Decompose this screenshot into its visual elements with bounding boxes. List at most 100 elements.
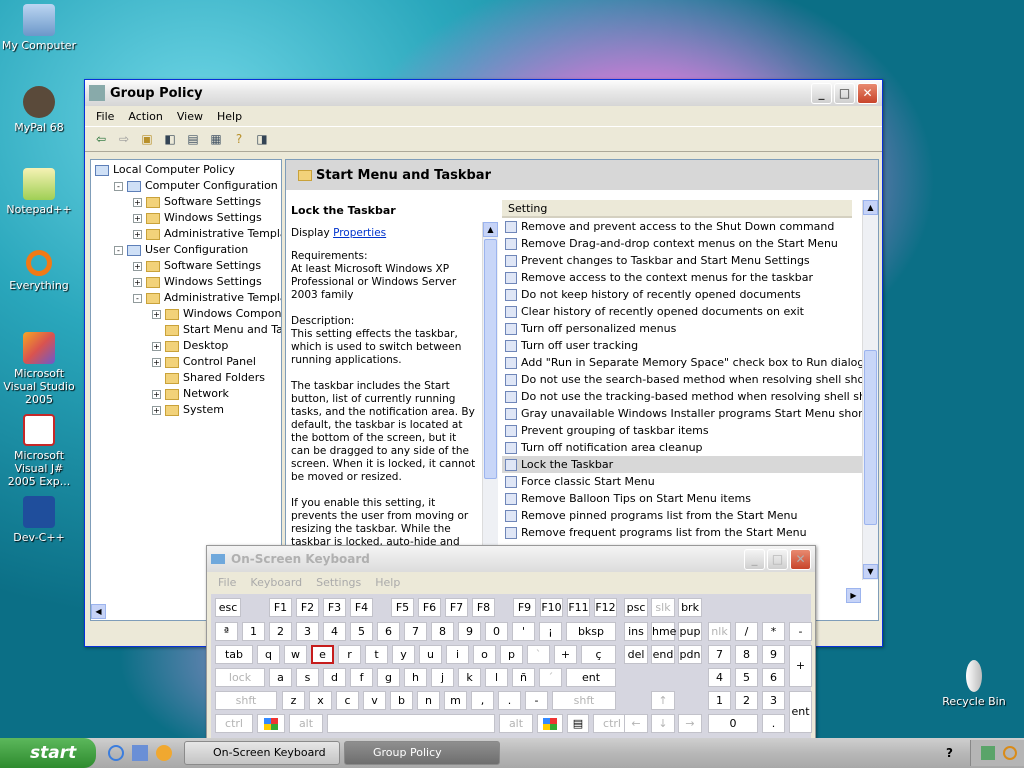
settings-scroll-right[interactable]: ▶ [846,588,861,603]
settings-list-item[interactable]: Add "Run in Separate Memory Space" check… [502,354,878,371]
key-pup[interactable]: pup [678,622,702,641]
desktop-icon-visual-jsharp[interactable]: Microsoft Visual J# 2005 Exp... [0,414,78,488]
settings-list-item[interactable]: Do not use the search-based method when … [502,371,878,388]
tree-item[interactable]: + Desktop [95,338,281,354]
key-u[interactable]: u [419,645,442,664]
osk-menu-help[interactable]: Help [368,576,407,589]
key-←[interactable]: ← [624,714,648,733]
key-y[interactable]: y [392,645,415,664]
settings-list-item[interactable]: Turn off personalized menus [502,320,862,337]
key-h[interactable]: h [404,668,427,687]
key-6[interactable]: 6 [377,622,400,641]
collapse-icon[interactable]: - [114,245,123,255]
tree-item[interactable]: + Administrative Templates [95,226,281,242]
key-pdn[interactable]: pdn [678,645,702,664]
network-tray-icon[interactable] [981,746,995,760]
key-↑[interactable]: ↑ [651,691,675,710]
settings-scrollbar[interactable]: ▲ ▼ [862,200,878,580]
key-4[interactable]: 4 [323,622,346,641]
tree-item[interactable]: + System [95,402,281,418]
key-nlk[interactable]: nlk [708,622,731,641]
settings-list-item[interactable]: Turn off notification area cleanup [502,439,862,456]
key-3[interactable]: 3 [762,691,785,710]
osk-maximize-button[interactable]: □ [767,548,788,570]
key-F1[interactable]: F1 [269,598,292,617]
key--[interactable]: - [525,691,548,710]
key-,[interactable]: , [471,691,494,710]
key-0[interactable]: 0 [485,622,508,641]
key-´[interactable]: ´ [539,668,562,687]
settings-list-item[interactable]: Lock the Taskbar [502,456,862,473]
desktop-icon-visual-studio[interactable]: Microsoft Visual Studio 2005 [0,332,78,406]
key-/[interactable]: / [735,622,758,641]
task-on-screen-keyboard[interactable]: On-Screen Keyboard [184,741,340,765]
key-w[interactable]: w [284,645,307,664]
settings-list-item[interactable]: Do not use the tracking-based method whe… [502,388,878,405]
key-6[interactable]: 6 [762,668,785,687]
desc-scroll-thumb[interactable] [484,239,497,479]
settings-list-item[interactable]: Clear history of recently opened documen… [502,303,862,320]
key-p[interactable]: p [500,645,523,664]
key-1[interactable]: 1 [242,622,265,641]
key-7[interactable]: 7 [708,645,731,664]
menu-key[interactable]: ▤ [567,714,589,733]
settings-list-item[interactable]: Remove Drag-and-drop context menus on th… [502,235,862,252]
up-folder-icon[interactable]: ▣ [137,130,157,148]
properties-link[interactable]: Properties [333,227,386,239]
key-F10[interactable]: F10 [540,598,563,617]
key-0[interactable]: 0 [708,714,758,733]
desc-scroll-up[interactable]: ▲ [483,222,498,237]
key-ñ[interactable]: ñ [512,668,535,687]
key-→[interactable]: → [678,714,702,733]
key-ent[interactable]: ent [789,691,812,733]
key-l[interactable]: l [485,668,508,687]
tree-item[interactable]: + Control Panel [95,354,281,370]
key-+[interactable]: + [789,645,812,687]
start-button[interactable]: start [0,738,96,768]
tree-item[interactable]: + Software Settings [95,258,281,274]
title-bar[interactable]: Group Policy _ □ ✕ [85,80,882,106]
key-7[interactable]: 7 [404,622,427,641]
key-5[interactable]: 5 [350,622,373,641]
key-2[interactable]: 2 [735,691,758,710]
tree-item[interactable]: Start Menu and Taskbar [95,322,281,338]
forward-icon[interactable]: ⇨ [114,130,134,148]
key-d[interactable]: d [323,668,346,687]
key-F3[interactable]: F3 [323,598,346,617]
key-alt[interactable]: alt [499,714,533,733]
menu-action[interactable]: Action [121,110,169,123]
tree-scroll-left[interactable]: ◀ [91,604,106,619]
back-icon[interactable]: ⇦ [91,130,111,148]
expand-icon[interactable]: + [133,229,142,239]
key-.[interactable]: . [498,691,521,710]
properties-icon[interactable]: ▤ [183,130,203,148]
settings-scroll-up[interactable]: ▲ [863,200,878,215]
menu-view[interactable]: View [170,110,210,123]
key-*[interactable]: * [762,622,785,641]
tree-item[interactable]: Local Computer Policy [95,162,281,178]
key-8[interactable]: 8 [431,622,454,641]
key-F5[interactable]: F5 [391,598,414,617]
menu-help[interactable]: Help [210,110,249,123]
key-x[interactable]: x [309,691,332,710]
key-psc[interactable]: psc [624,598,648,617]
export-list-icon[interactable]: ▦ [206,130,226,148]
settings-list-item[interactable]: Remove Balloon Tips on Start Menu items [502,490,862,507]
tree-item[interactable]: - Administrative Templates [95,290,281,306]
settings-list-item[interactable]: Prevent grouping of taskbar items [502,422,862,439]
osk-menu-file[interactable]: File [211,576,243,589]
close-button[interactable]: ✕ [857,82,878,104]
osk-title-bar[interactable]: On-Screen Keyboard _ □ ✕ [207,546,815,572]
key-t[interactable]: t [365,645,388,664]
key-F6[interactable]: F6 [418,598,441,617]
key-2[interactable]: 2 [269,622,292,641]
key-F8[interactable]: F8 [472,598,495,617]
desktop-icon-everything[interactable]: Everything [0,250,78,292]
collapse-icon[interactable]: - [133,293,142,303]
key-q[interactable]: q [257,645,280,664]
key-b[interactable]: b [390,691,413,710]
key-shft[interactable]: shft [215,691,277,710]
key-¡[interactable]: ¡ [539,622,562,641]
key-slk[interactable]: slk [651,598,675,617]
settings-list-item[interactable]: Remove and prevent access to the Shut Do… [502,218,862,235]
